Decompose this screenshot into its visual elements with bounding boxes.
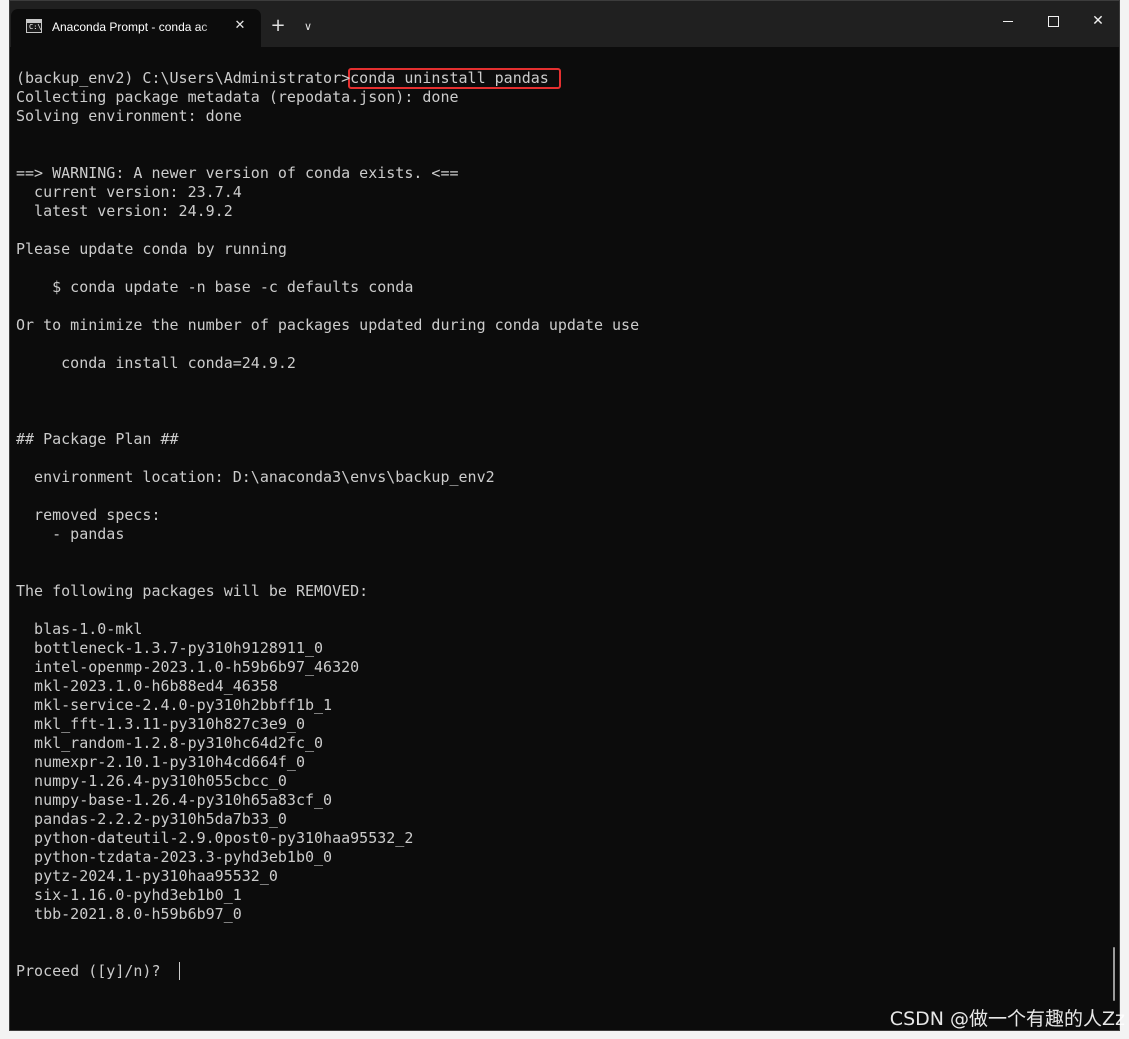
terminal-line: removed specs: (16, 506, 161, 524)
tab-anaconda-prompt[interactable]: C:\ Anaconda Prompt - conda ac ✕ (11, 9, 261, 47)
terminal-line: numexpr-2.10.1-py310h4cd664f_0 (16, 753, 305, 771)
new-tab-button[interactable]: + (266, 15, 290, 39)
terminal-line: ==> WARNING: A newer version of conda ex… (16, 164, 459, 182)
terminal-icon: C:\ (26, 19, 42, 33)
chevron-down-icon[interactable]: ∨ (296, 15, 320, 39)
terminal-line: six-1.16.0-pyhd3eb1b0_1 (16, 886, 242, 904)
terminal-line: - pandas (16, 525, 125, 543)
terminal-line: python-dateutil-2.9.0post0-py310haa95532… (16, 829, 414, 847)
terminal-line: latest version: 24.9.2 (16, 202, 233, 220)
terminal-line: Please update conda by running (16, 240, 287, 258)
close-tab-icon[interactable]: ✕ (229, 15, 251, 37)
terminal-line: The following packages will be REMOVED: (16, 582, 369, 600)
terminal-line: pytz-2024.1-py310haa95532_0 (16, 867, 278, 885)
terminal-line: Proceed ([y]/n)? (16, 962, 170, 980)
terminal-line: blas-1.0-mkl (16, 620, 143, 638)
terminal-line: pandas-2.2.2-py310h5da7b33_0 (16, 810, 287, 828)
terminal-line: mkl-service-2.4.0-py310h2bbff1b_1 (16, 696, 333, 714)
terminal-line: current version: 23.7.4 (16, 183, 242, 201)
terminal-line: Or to minimize the number of packages up… (16, 316, 640, 334)
terminal-line: Solving environment: done (16, 107, 242, 125)
terminal-line: Collecting package metadata (repodata.js… (16, 88, 459, 106)
background-right (1120, 0, 1129, 1039)
terminal-line: mkl-2023.1.0-h6b88ed4_46358 (16, 677, 278, 695)
terminal-line: bottleneck-1.3.7-py310h9128911_0 (16, 639, 324, 657)
terminal-window: C:\ Anaconda Prompt - conda ac ✕ + ∨ ✕ (… (9, 0, 1120, 1031)
minimize-icon (1003, 20, 1013, 22)
background-left (0, 0, 9, 1039)
text-cursor (179, 962, 180, 980)
minimize-button[interactable] (985, 1, 1031, 41)
close-window-button[interactable]: ✕ (1075, 1, 1119, 41)
terminal-line: (backup_env2) C:\Users\Administrator>con… (16, 69, 549, 87)
terminal-line: numpy-base-1.26.4-py310h65a83cf_0 (16, 791, 333, 809)
scrollbar[interactable] (1113, 947, 1115, 1001)
terminal-line: python-tzdata-2023.3-pyhd3eb1b0_0 (16, 848, 333, 866)
terminal-line: environment location: D:\anaconda3\envs\… (16, 468, 495, 486)
tab-title: Anaconda Prompt - conda ac (52, 20, 208, 34)
terminal-line: conda install conda=24.9.2 (16, 354, 296, 372)
terminal-line: tbb-2021.8.0-h59b6b97_0 (16, 905, 242, 923)
maximize-button[interactable] (1030, 1, 1076, 41)
terminal-output[interactable]: (backup_env2) C:\Users\Administrator>con… (16, 68, 1106, 1028)
terminal-line: intel-openmp-2023.1.0-h59b6b97_46320 (16, 658, 360, 676)
terminal-line: numpy-1.26.4-py310h055cbcc_0 (16, 772, 287, 790)
terminal-line: $ conda update -n base -c defaults conda (16, 278, 414, 296)
terminal-line: mkl_fft-1.3.11-py310h827c3e9_0 (16, 715, 305, 733)
title-bar[interactable]: C:\ Anaconda Prompt - conda ac ✕ + ∨ ✕ (10, 1, 1119, 47)
maximize-icon (1047, 15, 1059, 27)
terminal-icon-glyph: C:\ (29, 23, 42, 31)
terminal-line: mkl_random-1.2.8-py310hc64d2fc_0 (16, 734, 324, 752)
terminal-line: ## Package Plan ## (16, 430, 179, 448)
watermark: CSDN @做一个有趣的人Zz (889, 1008, 1125, 1030)
